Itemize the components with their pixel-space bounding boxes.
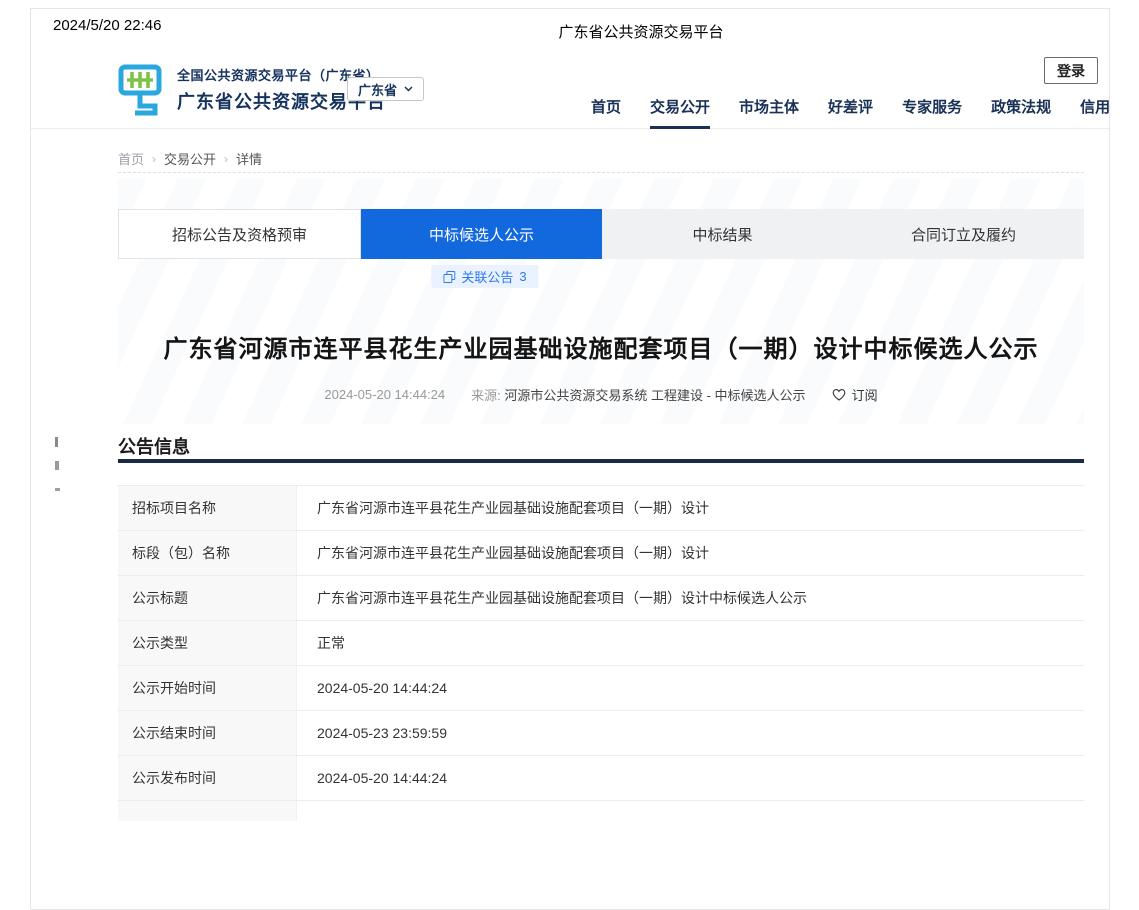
chevron-down-icon [404,86,413,92]
announcement-info-table: 招标项目名称 广东省河源市连平县花生产业园基础设施配套项目（一期）设计 标段（包… [118,485,1084,821]
main-nav: 首页 交易公开 市场主体 好差评 专家服务 政策法规 信用信息 [591,96,1110,129]
publish-datetime: 2024-05-20 14:44:24 [324,387,445,402]
table-row: 招标项目名称 广东省河源市连平县花生产业园基础设施配套项目（一期）设计 [118,486,1084,531]
clipped-edge-fragment [55,488,60,491]
row-label: 公示类型 [118,621,297,665]
row-value: 2024-05-20 14:44:24 [297,666,1084,710]
print-title: 广东省公共资源交易平台 [558,21,723,42]
clipped-edge-fragment [55,437,58,447]
clipped-edge-fragment [55,461,59,470]
breadcrumb-current: 详情 [236,149,262,168]
nav-item-home[interactable]: 首页 [591,96,621,129]
breadcrumb-separator: › [152,152,156,166]
table-row: 公示发布时间 2024-05-20 14:44:24 [118,756,1084,801]
related-announcements-label: 关联公告 [461,267,513,286]
site-header: 全国公共资源交易平台（广东省） 广东省公共资源交易平台 广东省 登录 首页 交易… [31,54,1109,129]
table-row: 公示类型 正常 [118,621,1084,666]
row-label: 招标项目名称 [118,486,297,530]
row-label: 公示标题 [118,576,297,620]
row-label: 公示结束时间 [118,711,297,755]
source-value: 河源市公共资源交易系统 工程建设 - 中标候选人公示 [504,388,805,403]
region-selector-value: 广东省 [358,80,397,99]
row-value: 2024-05-20 14:44:24 [297,756,1084,800]
row-value [297,801,1084,821]
divider [118,172,1084,173]
breadcrumb-home[interactable]: 首页 [118,149,144,168]
nav-item-policies[interactable]: 政策法规 [991,96,1051,129]
breadcrumb-trade-public[interactable]: 交易公开 [164,149,216,168]
table-row: 公示开始时间 2024-05-20 14:44:24 [118,666,1084,711]
article-meta: 2024-05-20 14:44:24 来源: 河源市公共资源交易系统 工程建设… [118,385,1084,404]
row-value: 广东省河源市连平县花生产业园基础设施配套项目（一期）设计 [297,531,1084,575]
related-announcements-count: 3 [519,269,526,284]
copy-icon [443,271,455,283]
section-title: 公告信息 [118,433,190,459]
article-title: 广东省河源市连平县花生产业园基础设施配套项目（一期）设计中标候选人公示 [118,329,1084,364]
page: 2024/5/20 22:46 广东省公共资源交易平台 全国公共资源交易平台（广… [30,8,1110,910]
table-row-clipped [118,801,1084,821]
source-label: 来源: [471,388,501,403]
nav-item-expert-services[interactable]: 专家服务 [902,96,962,129]
subscribe-button[interactable]: 订阅 [832,385,878,404]
tab-contract-performance[interactable]: 合同订立及履约 [843,209,1084,259]
row-value: 正常 [297,621,1084,665]
source-info: 来源: 河源市公共资源交易系统 工程建设 - 中标候选人公示 [471,385,805,404]
tab-tender-announcement[interactable]: 招标公告及资格预审 [118,209,361,259]
table-row: 公示结束时间 2024-05-23 23:59:59 [118,711,1084,756]
row-label: 标段（包）名称 [118,531,297,575]
breadcrumb: 首页 › 交易公开 › 详情 [118,149,262,168]
table-row: 标段（包）名称 广东省河源市连平县花生产业园基础设施配套项目（一期）设计 [118,531,1084,576]
row-value: 2024-05-23 23:59:59 [297,711,1084,755]
site-logo-icon[interactable] [114,62,166,120]
nav-item-trade-public[interactable]: 交易公开 [650,96,710,129]
related-announcements-link[interactable]: 关联公告 3 [431,265,538,288]
row-value: 广东省河源市连平县花生产业园基础设施配套项目（一期）设计中标候选人公示 [297,576,1084,620]
tab-winning-result[interactable]: 中标结果 [602,209,843,259]
login-button[interactable]: 登录 [1044,57,1098,84]
row-label: 公示发布时间 [118,756,297,800]
print-datetime: 2024/5/20 22:46 [53,17,161,34]
nav-item-market-entities[interactable]: 市场主体 [739,96,799,129]
section-title-underline [118,459,1084,463]
table-row: 公示标题 广东省河源市连平县花生产业园基础设施配套项目（一期）设计中标候选人公示 [118,576,1084,621]
tab-winning-candidate-publicity[interactable]: 中标候选人公示 [361,209,602,259]
nav-item-credit-info[interactable]: 信用信息 [1080,96,1110,129]
tab-bar: 招标公告及资格预审 中标候选人公示 中标结果 合同订立及履约 [118,209,1084,259]
heart-icon [832,388,846,401]
breadcrumb-separator: › [224,152,228,166]
nav-item-rating[interactable]: 好差评 [828,96,873,129]
row-label: 公示开始时间 [118,666,297,710]
row-label [118,801,297,821]
region-selector[interactable]: 广东省 [347,77,424,101]
row-value: 广东省河源市连平县花生产业园基础设施配套项目（一期）设计 [297,486,1084,530]
subscribe-label: 订阅 [852,385,878,404]
